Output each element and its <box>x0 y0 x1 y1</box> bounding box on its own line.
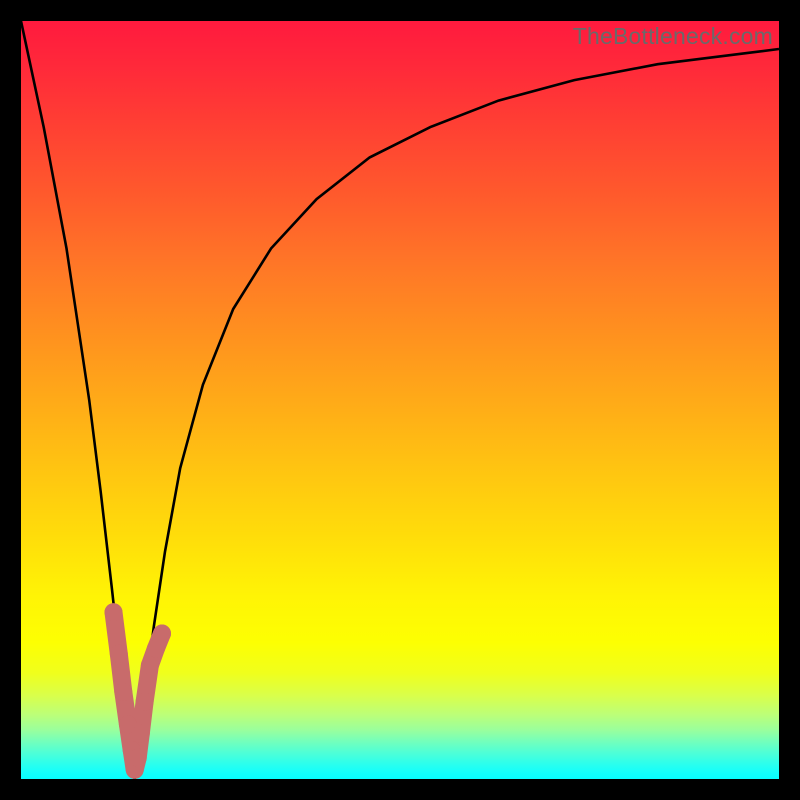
watermark-text: TheBottleneck.com <box>573 23 773 50</box>
valley-dot <box>129 749 147 767</box>
chart-frame: TheBottleneck.com <box>0 0 800 800</box>
valley-dot <box>105 603 123 621</box>
plot-area: TheBottleneck.com <box>21 21 779 779</box>
right-branch-curve <box>135 49 779 779</box>
valley-dot <box>153 625 171 643</box>
valley-dot <box>110 645 128 663</box>
valley-dot <box>141 656 159 674</box>
curve-layer <box>21 21 779 779</box>
valley-dot <box>114 683 132 701</box>
valley-dot <box>136 693 154 711</box>
valley-dot <box>132 725 150 743</box>
